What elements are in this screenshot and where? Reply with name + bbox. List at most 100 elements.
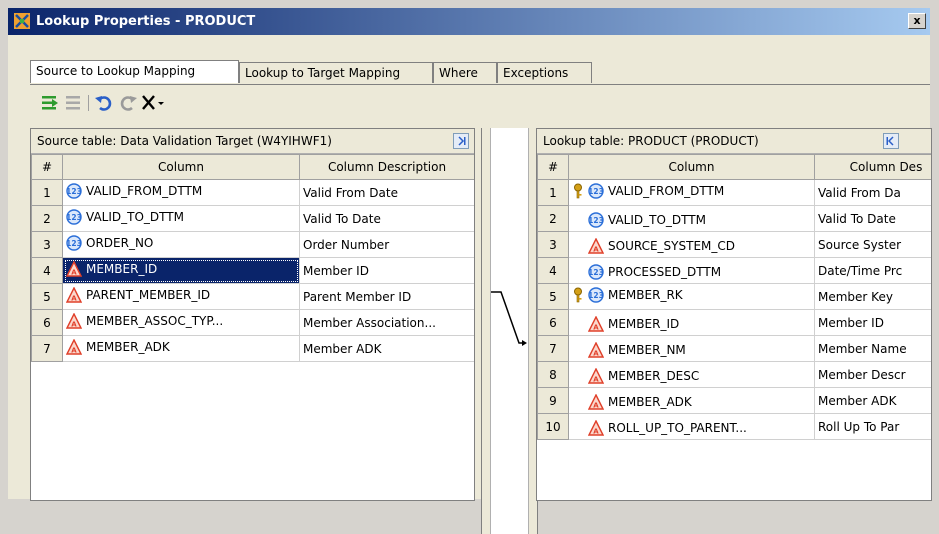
tab-lookup-to-target-mapping[interactable]: Lookup to Target Mapping [239,62,433,83]
column-name-cell[interactable]: A MEMBER_DESC [568,361,815,388]
table-row[interactable]: 5 123 MEMBER_RK Member Key [537,283,931,310]
column-name: PROCESSED_DTTM [608,265,722,279]
table-row[interactable]: 7 A MEMBER_NM Member Name [537,335,931,362]
tab-exceptions[interactable]: Exceptions [497,62,592,83]
table-row[interactable]: 8 A MEMBER_DESC Member Descr [537,361,931,388]
column-name-cell[interactable]: A MEMBER_ADK [62,335,300,362]
column-name-cell[interactable]: 123 VALID_FROM_DTTM [568,179,815,206]
column-description-cell[interactable]: Member Name [814,335,931,362]
undo-icon[interactable] [94,93,114,113]
column-name-cell[interactable]: 123 ORDER_NO [62,231,300,258]
character-column-icon: A [588,316,604,332]
column-description-cell[interactable]: Member Descr [814,361,931,388]
column-description-cell[interactable]: Member Association... [299,309,474,336]
table-row[interactable]: 7 A MEMBER_ADK Member ADK [31,335,474,362]
column-name-cell[interactable]: A MEMBER_ID [62,257,300,284]
column-name-cell[interactable]: A MEMBER_ADK [568,387,815,414]
character-column-icon: A [66,339,82,355]
lookup-table-title: Lookup table: PRODUCT (PRODUCT) [543,134,759,148]
table-row[interactable]: 4 A MEMBER_ID Member ID [31,257,474,284]
column-description-cell[interactable]: Date/Time Prc [814,257,931,284]
source-header-num[interactable]: # [31,154,63,180]
table-row[interactable]: 6 A MEMBER_ID Member ID [537,309,931,336]
column-name-cell[interactable]: A ROLL_UP_TO_PARENT... [568,413,815,440]
column-name-cell[interactable]: 123 VALID_FROM_DTTM [62,179,300,206]
column-name-cell[interactable]: 123 PROCESSED_DTTM [568,257,815,284]
table-row[interactable]: 4 123 PROCESSED_DTTM Date/Time Prc [537,257,931,284]
row-number: 7 [31,335,63,362]
column-name: MEMBER_ASSOC_TYP... [86,314,224,328]
numeric-column-icon: 123 [588,264,604,280]
column-description-cell[interactable]: Valid To Date [299,205,474,232]
table-row[interactable]: 2 123 VALID_TO_DTTM Valid To Date [537,205,931,232]
lookup-header-num[interactable]: # [537,154,569,180]
delete-mapping-icon[interactable] [140,93,166,113]
column-description-cell[interactable]: Order Number [299,231,474,258]
table-row[interactable]: 5 A PARENT_MEMBER_ID Parent Member ID [31,283,474,310]
source-header-column[interactable]: Column [62,154,300,180]
table-row[interactable]: 6 A MEMBER_ASSOC_TYP... Member Association.… [31,309,474,336]
column-description-cell[interactable]: Valid To Date [814,205,931,232]
column-name-cell[interactable]: A MEMBER_ASSOC_TYP... [62,309,300,336]
expand-left-button[interactable] [883,133,899,149]
expand-right-button[interactable] [453,133,469,149]
svg-text:123: 123 [588,187,604,196]
column-description-cell[interactable]: Member ID [814,309,931,336]
table-row[interactable]: 1 123 VALID_FROM_DTTM Valid From Date [31,179,474,206]
column-description-cell[interactable]: Member ID [299,257,474,284]
lookup-app-icon [14,13,30,29]
table-row[interactable]: 3 A SOURCE_SYSTEM_CD Source Syster [537,231,931,258]
svg-text:A: A [593,376,599,384]
column-name-cell[interactable]: A SOURCE_SYSTEM_CD [568,231,815,258]
column-name-cell[interactable]: A MEMBER_ID [568,309,815,336]
unmap-all-icon[interactable] [64,93,84,113]
column-name: MEMBER_ADK [86,340,170,354]
character-column-icon: A [588,394,604,410]
svg-text:A: A [593,324,599,332]
column-description-cell[interactable]: Valid From Date [299,179,474,206]
column-description-cell[interactable]: Valid From Da [814,179,931,206]
column-name-cell[interactable]: A PARENT_MEMBER_ID [62,283,300,310]
source-header-description[interactable]: Column Description [299,154,474,180]
map-all-icon[interactable] [40,93,60,113]
row-number: 8 [537,361,569,388]
svg-text:A: A [71,347,77,355]
column-description-cell[interactable]: Member ADK [814,387,931,414]
column-description-cell[interactable]: Member ADK [299,335,474,362]
tab-source-to-lookup-mapping[interactable]: Source to Lookup Mapping [30,60,239,83]
table-row[interactable]: 3 123 ORDER_NO Order Number [31,231,474,258]
svg-text:A: A [593,246,599,254]
column-name-cell[interactable]: 123 MEMBER_RK [568,283,815,310]
lookup-table-header: Lookup table: PRODUCT (PRODUCT) [537,129,931,154]
column-description-cell[interactable]: Roll Up To Par [814,413,931,440]
table-row[interactable]: 10 A ROLL_UP_TO_PARENT... Roll Up To Par [537,413,931,440]
numeric-column-icon: 123 [588,212,604,228]
table-row[interactable]: 2 123 VALID_TO_DTTM Valid To Date [31,205,474,232]
lookup-columns-table: # Column Column Des 1 123 VALID_FROM_DTTM V… [537,154,931,440]
character-column-icon: A [66,313,82,329]
column-description-cell[interactable]: Member Key [814,283,931,310]
table-row[interactable]: 1 123 VALID_FROM_DTTM Valid From Da [537,179,931,206]
column-name-cell[interactable]: 123 VALID_TO_DTTM [568,205,815,232]
lookup-header-description[interactable]: Column Des [814,154,931,180]
column-description-cell[interactable]: Source Syster [814,231,931,258]
lookup-header-column[interactable]: Column [568,154,815,180]
redo-icon[interactable] [118,93,138,113]
close-button[interactable]: x [908,13,926,29]
row-number: 5 [537,283,569,310]
column-name: SOURCE_SYSTEM_CD [608,239,735,253]
source-table-header: Source table: Data Validation Target (W4… [31,129,474,154]
row-number: 6 [31,309,63,336]
character-column-icon: A [588,238,604,254]
tab-where[interactable]: Where [433,62,497,83]
column-name-cell[interactable]: A MEMBER_NM [568,335,815,362]
column-name: ORDER_NO [86,236,154,250]
table-row[interactable]: 9 A MEMBER_ADK Member ADK [537,387,931,414]
column-name: VALID_TO_DTTM [86,210,184,224]
column-description-cell[interactable]: Parent Member ID [299,283,474,310]
column-name-cell[interactable]: 123 VALID_TO_DTTM [62,205,300,232]
numeric-column-icon: 123 [66,183,82,199]
source-table-panel: Source table: Data Validation Target (W4… [30,128,475,501]
character-column-icon: A [66,287,82,303]
dialog-body: Source to Lookup Mapping Lookup to Targe… [8,35,932,534]
